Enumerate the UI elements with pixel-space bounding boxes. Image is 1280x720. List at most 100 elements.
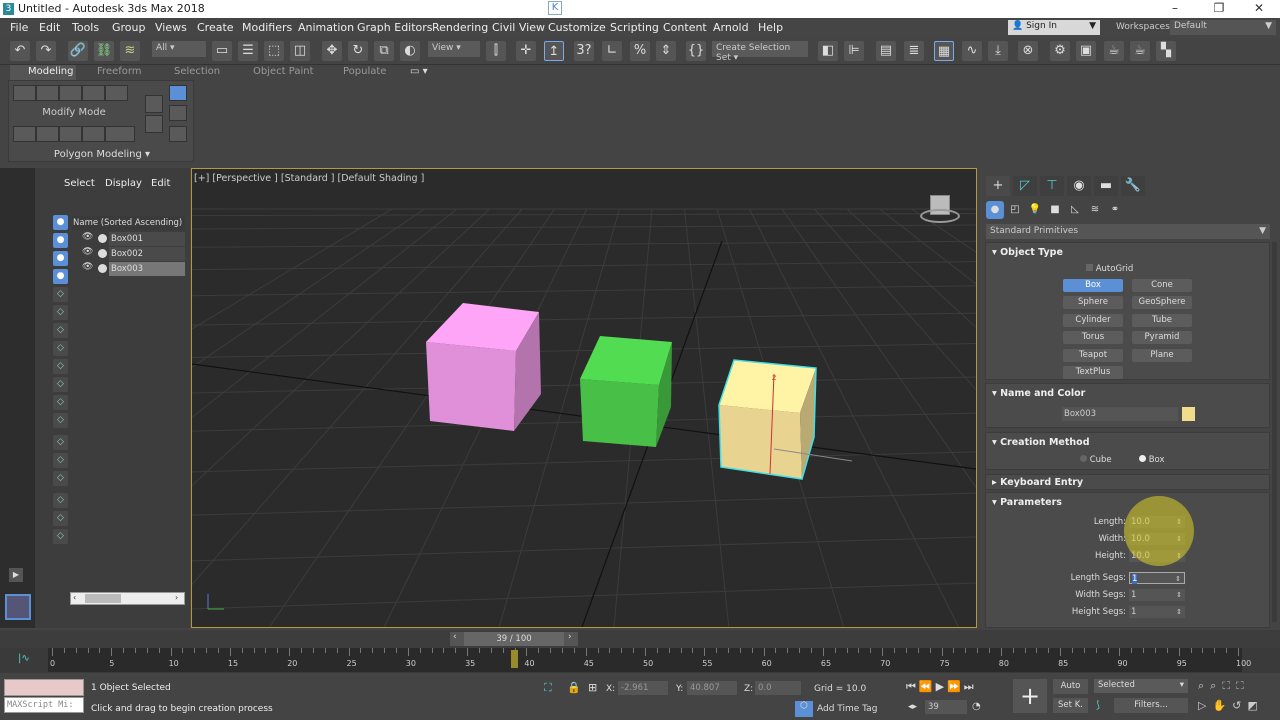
freeze-dot-icon[interactable] xyxy=(98,249,107,258)
hierarchy-tab-icon[interactable]: ⊤ xyxy=(1040,176,1064,196)
filter-containers-icon[interactable]: ◇ xyxy=(53,377,68,392)
filter-sort-icon[interactable]: ◇ xyxy=(53,529,68,544)
orbit-icon[interactable]: ↺ xyxy=(1232,699,1247,712)
viewport-layout-icon[interactable] xyxy=(5,594,31,620)
y-coordinate-field[interactable]: 40.807 xyxy=(687,681,737,695)
render-grid-icon[interactable]: ▚ xyxy=(1156,41,1176,61)
visibility-eye-icon[interactable]: 👁 xyxy=(82,247,93,257)
ribbon-options-icon[interactable]: ▭ ▾ xyxy=(410,66,428,77)
teapot-button[interactable]: Teapot xyxy=(1063,348,1123,362)
auto-key-button[interactable]: Auto xyxy=(1053,679,1088,694)
rollout-header[interactable]: ▾ Name and Color xyxy=(992,388,1085,399)
expand-icon[interactable]: ▶ xyxy=(9,568,23,582)
rect-selection-icon[interactable]: ⬚ xyxy=(264,41,284,61)
rollout-header[interactable]: ▾ Creation Method xyxy=(992,437,1090,448)
lights-category-icon[interactable]: 💡 xyxy=(1026,201,1044,219)
ribbon-tab-object-paint[interactable]: Object Paint xyxy=(253,66,314,77)
spinner-arrows-icon[interactable]: ⇕ xyxy=(1175,573,1184,585)
scroll-left-icon[interactable]: ‹ xyxy=(73,593,76,602)
prev-key-icon[interactable]: ⏪ xyxy=(919,680,936,693)
freeze-dot-icon[interactable] xyxy=(98,264,107,273)
ribbon-tab-selection[interactable]: Selection xyxy=(174,66,220,77)
param-spinner[interactable]: 1 ⇕ xyxy=(1129,606,1185,618)
align-icon[interactable]: ⊫ xyxy=(844,41,864,61)
mirror-icon[interactable]: ◧ xyxy=(818,41,838,61)
time-slider[interactable]: ‹ 39 / 100 › xyxy=(450,632,578,646)
ribbon-tool-icon[interactable] xyxy=(169,126,187,142)
menu-group[interactable]: Group xyxy=(112,21,146,34)
spinner-arrows-icon[interactable]: ⇕ xyxy=(1176,606,1185,618)
ribbon-tab-populate[interactable]: Populate xyxy=(343,66,386,77)
menu-animation[interactable]: Animation xyxy=(298,21,354,34)
ribbon-tab-freeform[interactable]: Freeform xyxy=(97,66,142,77)
box-radio[interactable]: Box xyxy=(1139,455,1165,465)
filter-bones-icon[interactable]: ◇ xyxy=(53,359,68,374)
geometry-category-icon[interactable]: ● xyxy=(986,201,1004,219)
explorer-tab-select[interactable]: Select xyxy=(64,178,95,189)
modify-tab-icon[interactable]: ◸ xyxy=(1013,176,1037,196)
menu-edit[interactable]: Edit xyxy=(39,21,60,34)
filter-display-all-icon[interactable]: ◇ xyxy=(53,453,68,468)
motion-tab-icon[interactable]: ◉ xyxy=(1067,176,1091,196)
scroll-right-icon[interactable]: › xyxy=(175,593,178,602)
box-button[interactable]: Box xyxy=(1063,279,1123,292)
redo-button[interactable]: ↷ xyxy=(36,41,56,61)
play-icon[interactable]: ▶ xyxy=(936,680,947,693)
set-key-button[interactable]: Set K. xyxy=(1053,698,1088,713)
filter-geometry-icon[interactable]: ● xyxy=(53,215,68,230)
object-name-input[interactable]: Box003 xyxy=(1062,407,1178,421)
filter-display-none-icon[interactable]: ◇ xyxy=(53,471,68,486)
explorer-row[interactable]: 👁 Box003 xyxy=(82,262,185,276)
shapes-category-icon[interactable]: ◰ xyxy=(1006,201,1024,219)
menu-graph-editors[interactable]: Graph Editors xyxy=(357,21,433,34)
render-production-icon[interactable]: ☕ xyxy=(1104,41,1124,61)
next-key-icon[interactable]: ⏩ xyxy=(947,680,964,693)
explorer-row[interactable]: 👁 Box002 xyxy=(82,247,185,261)
maxscript-mini-input[interactable]: MAXScript Mi: xyxy=(4,697,84,713)
systems-category-icon[interactable]: ⚭ xyxy=(1106,201,1124,219)
curve-editor-toggle-icon[interactable]: |∿ xyxy=(18,653,30,664)
maxscript-listener[interactable] xyxy=(4,679,84,696)
explorer-row[interactable]: 👁 Box001 xyxy=(82,232,185,246)
edge-icon[interactable] xyxy=(36,85,59,101)
helpers-category-icon[interactable]: ◺ xyxy=(1066,201,1084,219)
ribbon-tool-icon[interactable] xyxy=(36,126,59,142)
explorer-tab-display[interactable]: Display xyxy=(105,178,142,189)
filter-shapes-icon[interactable]: ● xyxy=(53,233,68,248)
element-icon[interactable] xyxy=(105,85,128,101)
tube-button[interactable]: Tube xyxy=(1132,313,1192,327)
go-to-start-icon[interactable]: ⏮ xyxy=(906,680,919,693)
menu-customize[interactable]: Customize xyxy=(548,21,606,34)
curve-editor-icon[interactable]: ∿ xyxy=(962,41,982,61)
menu-rendering[interactable]: Rendering xyxy=(432,21,488,34)
snaps-toggle-icon[interactable]: 3? xyxy=(574,41,594,61)
ribbon-tool-icon[interactable] xyxy=(13,126,36,142)
textplus-button[interactable]: TextPlus xyxy=(1063,366,1123,379)
absolute-mode-icon[interactable]: ⊞ xyxy=(588,681,597,694)
select-object-icon[interactable]: ▭ xyxy=(212,41,232,61)
zoom-extents-all-icon[interactable]: ⛶ xyxy=(1236,679,1250,692)
placement-icon[interactable]: ◐ xyxy=(400,41,420,61)
trackbar[interactable]: 0 5 10 15 20 25 30 35 40 45 50 55 60 65 70 75 80 85 90 95 10… xyxy=(48,648,1251,672)
vertex-icon[interactable] xyxy=(13,85,36,101)
freeze-dot-icon[interactable] xyxy=(98,234,107,243)
geosphere-button[interactable]: GeoSphere xyxy=(1132,296,1192,310)
scene-explorer-icon[interactable]: ▤ xyxy=(876,41,896,61)
filter-groups-icon[interactable]: ◇ xyxy=(53,323,68,338)
filter-hidden-icon[interactable]: ◇ xyxy=(53,435,68,450)
keyboard-shortcut-toggle-icon[interactable]: ↥ xyxy=(544,41,564,61)
isolate-selection-icon[interactable]: ⛶ xyxy=(544,681,552,695)
workspace-dropdown[interactable]: Default ▼ xyxy=(1170,20,1276,35)
key-filter-dropdown[interactable]: Selected ▾ xyxy=(1094,679,1188,693)
viewport-label[interactable]: [+] [Perspective ] [Standard ] [Default … xyxy=(194,173,424,184)
ribbon-tool-icon[interactable] xyxy=(169,105,187,121)
perspective-viewport[interactable]: z [+] [Perspective ] [Standard ] [Defaul… xyxy=(191,168,977,628)
explorer-tab-edit[interactable]: Edit xyxy=(151,178,170,189)
add-time-tag-button[interactable]: Add Time Tag xyxy=(817,704,877,714)
menu-file[interactable]: File xyxy=(10,21,28,34)
current-frame-marker[interactable] xyxy=(510,650,518,668)
close-button[interactable]: ✕ xyxy=(1244,1,1274,17)
ribbon-tool-icon[interactable] xyxy=(59,126,82,142)
angle-snap-icon[interactable]: ∟ xyxy=(602,41,622,61)
maximize-viewport-icon[interactable]: ◩ xyxy=(1247,699,1263,712)
